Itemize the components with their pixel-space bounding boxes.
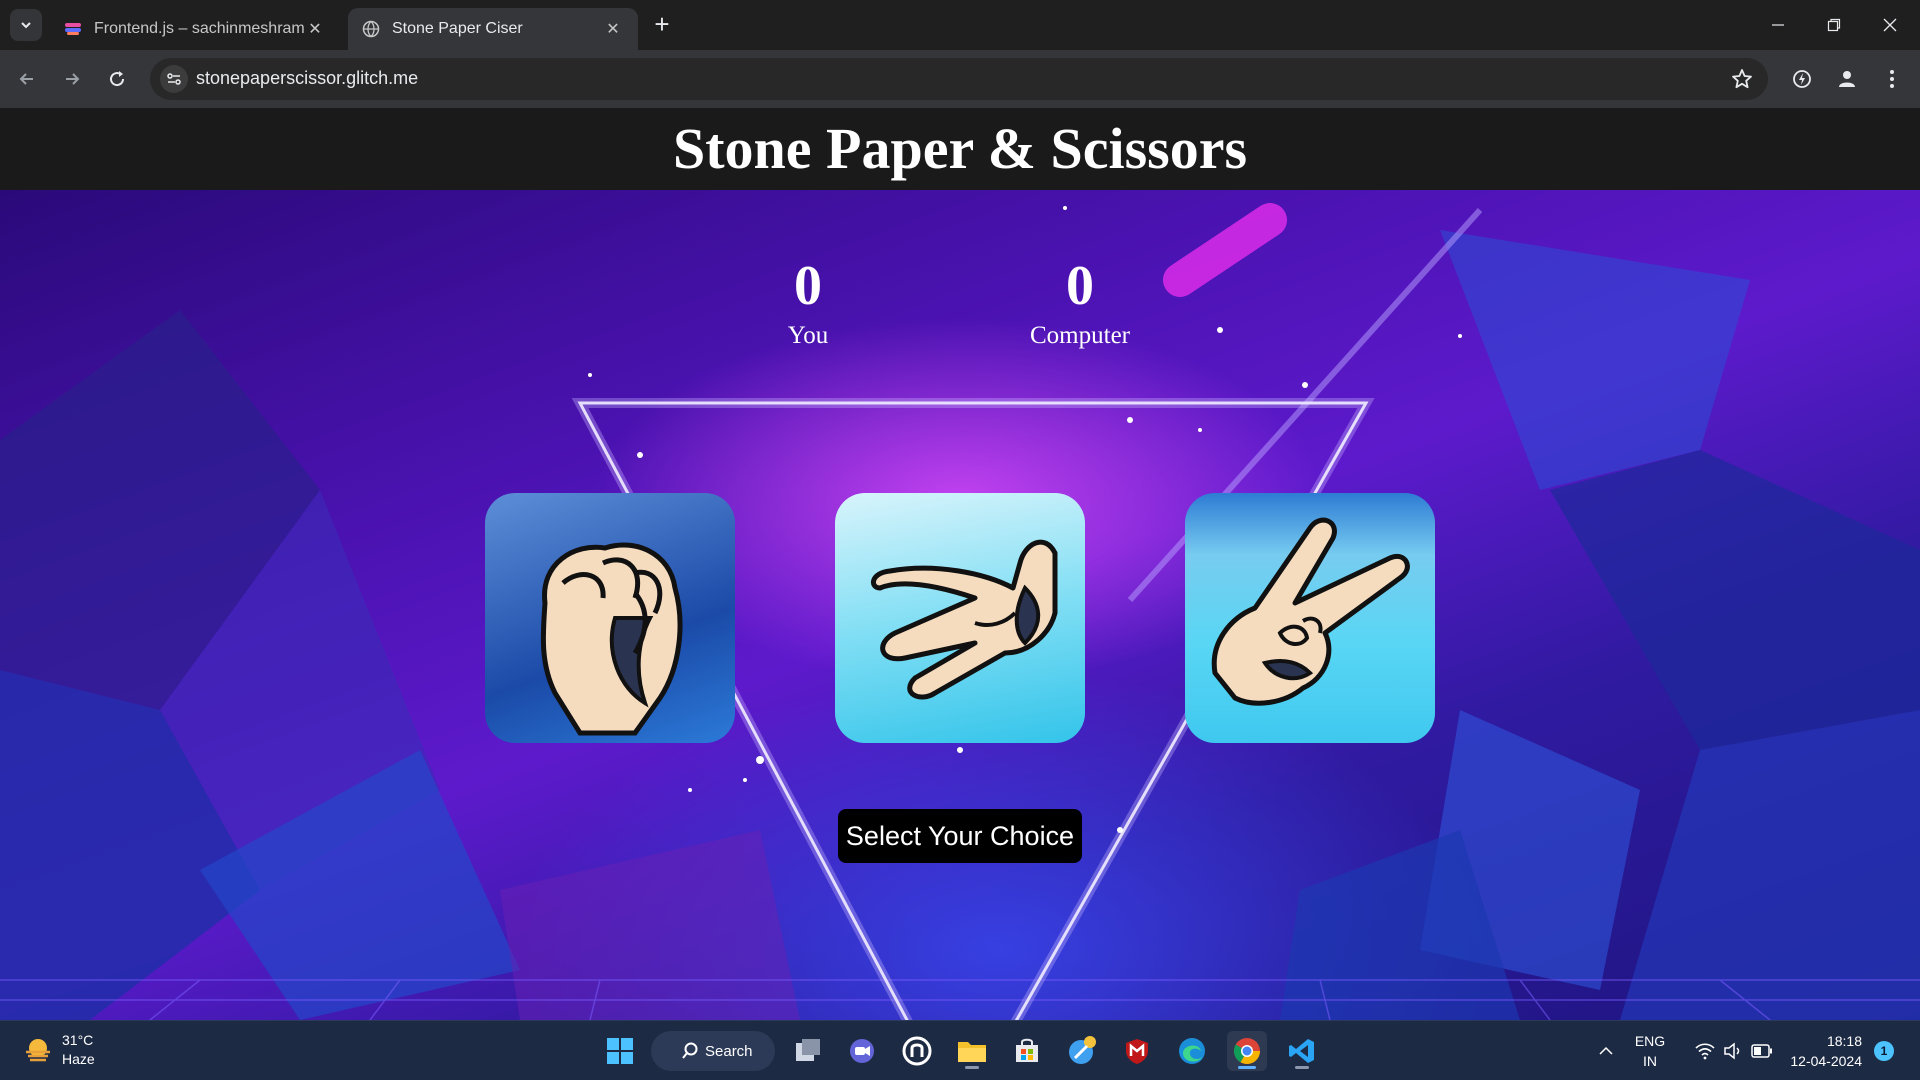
restore-icon: [1827, 18, 1841, 32]
tab-frontend[interactable]: Frontend.js – sachinmeshrampc ✕: [50, 8, 340, 50]
globe-icon: [362, 20, 380, 38]
task-view-button[interactable]: [788, 1031, 828, 1071]
taskbar-search[interactable]: Search: [651, 1031, 775, 1071]
vscode-app[interactable]: [1282, 1031, 1322, 1071]
close-tab-icon[interactable]: ✕: [304, 18, 326, 40]
vscode-icon: [1289, 1039, 1314, 1063]
restore-button[interactable]: [1806, 0, 1862, 50]
close-tab-icon[interactable]: ✕: [602, 18, 624, 40]
minimize-icon: [1772, 24, 1784, 26]
user-score-label: You: [787, 322, 829, 349]
glitch-favicon-icon: [65, 23, 81, 35]
weather-temp: 31°C: [62, 1032, 94, 1048]
file-explorer-app[interactable]: [952, 1031, 992, 1071]
computer-score: 0 Computer: [990, 256, 1170, 350]
windows-logo-icon: [607, 1038, 633, 1064]
arrow-right-icon: [66, 73, 80, 85]
weather-widget[interactable]: 31°C Haze: [22, 1031, 95, 1069]
tab-label: Frontend.js – sachinmeshrampc: [94, 20, 304, 37]
performance-icon: [1793, 70, 1811, 88]
store-icon: [1016, 1038, 1038, 1062]
edge-icon: [1179, 1038, 1205, 1064]
web-page: Stone Paper & Scissors 0 You 0 Computer …: [0, 108, 1920, 1020]
windows-taskbar: 31°C Haze Search ENG IN 18:18 12-04-2024…: [0, 1020, 1920, 1080]
tab-stone-paper[interactable]: Stone Paper Ciser ✕: [348, 8, 638, 50]
choice-rock[interactable]: [485, 493, 735, 743]
status-message: Select Your Choice: [838, 809, 1082, 863]
bookmark-star-icon[interactable]: [1730, 67, 1754, 96]
chevron-down-icon: [21, 22, 31, 29]
start-button[interactable]: [600, 1031, 640, 1071]
profile-button[interactable]: [1830, 62, 1864, 96]
page-header: Stone Paper & Scissors: [0, 108, 1920, 190]
region-code: IN: [1643, 1053, 1657, 1069]
fist-hand-icon: [540, 542, 683, 736]
language-indicator[interactable]: ENG IN: [1628, 1031, 1672, 1071]
reload-button[interactable]: [100, 62, 134, 96]
clock-time: 18:18: [1826, 1033, 1862, 1049]
back-button[interactable]: [10, 62, 44, 96]
chevron-up-icon: [1599, 1046, 1613, 1055]
browser-toolbar: stonepaperscissor.glitch.me: [0, 50, 1920, 108]
reload-icon: [110, 71, 125, 87]
site-info-icon[interactable]: [160, 65, 188, 93]
mcafee-app[interactable]: [1117, 1031, 1157, 1071]
show-hidden-icons-button[interactable]: [1586, 1031, 1626, 1071]
url-text: stonepaperscissor.glitch.me: [196, 68, 419, 88]
address-bar[interactable]: stonepaperscissor.glitch.me: [150, 58, 1768, 100]
notification-badge[interactable]: 1: [1874, 1041, 1894, 1061]
close-window-button[interactable]: [1862, 0, 1918, 50]
tab-label: Stone Paper Ciser: [392, 20, 523, 37]
globe-pen-icon: [1069, 1036, 1096, 1064]
quick-settings-button[interactable]: [1684, 1031, 1784, 1071]
battery-icon: [1751, 1044, 1772, 1058]
folder-icon: [958, 1042, 986, 1062]
clock[interactable]: 18:18 12-04-2024: [1782, 1031, 1862, 1071]
choice-scissors[interactable]: [1185, 493, 1435, 743]
mcafee-shield-icon: [1126, 1039, 1148, 1064]
user-score-value: 0: [794, 255, 822, 317]
wifi-icon: [1695, 1043, 1715, 1060]
choice-paper[interactable]: [835, 493, 1085, 743]
extensions-button[interactable]: [1785, 62, 1819, 96]
page-title: Stone Paper & Scissors: [672, 116, 1248, 181]
close-icon: [1883, 18, 1897, 32]
open-hand-icon: [871, 539, 1058, 700]
tab-search-button[interactable]: [10, 9, 42, 41]
computer-score-label: Computer: [1030, 322, 1130, 349]
volume-icon: [1724, 1042, 1740, 1060]
chrome-app[interactable]: [1227, 1031, 1267, 1071]
minimize-button[interactable]: [1750, 0, 1806, 50]
copilot-app[interactable]: [897, 1031, 937, 1071]
menu-button[interactable]: [1875, 62, 1909, 96]
kebab-menu-icon: [1890, 70, 1894, 88]
helper-app[interactable]: [1062, 1031, 1102, 1071]
edge-app[interactable]: [1172, 1031, 1212, 1071]
microsoft-store-app[interactable]: [1007, 1031, 1047, 1071]
tab-strip: Frontend.js – sachinmeshrampc ✕ Stone Pa…: [0, 0, 1920, 50]
game-area: 0 You 0 Computer Select Your Choice: [0, 190, 1920, 1020]
video-chat-icon: [850, 1039, 874, 1063]
arrow-left-icon: [19, 73, 33, 85]
user-score: 0 You: [758, 256, 858, 350]
new-tab-button[interactable]: +: [650, 11, 674, 38]
clock-date: 12-04-2024: [1790, 1053, 1862, 1069]
haze-weather-icon: [26, 1039, 50, 1062]
teams-app[interactable]: [842, 1031, 882, 1071]
profile-icon: [1839, 71, 1855, 87]
victory-hand-icon: [1211, 517, 1410, 706]
taskbar-search-label: Search: [705, 1042, 753, 1060]
chrome-icon: [1233, 1038, 1261, 1065]
language-code: ENG: [1634, 1033, 1666, 1049]
task-view-icon: [796, 1039, 820, 1061]
shield-lock-icon: [902, 1036, 932, 1066]
weather-condition: Haze: [62, 1051, 95, 1067]
forward-button[interactable]: [55, 62, 89, 96]
computer-score-value: 0: [1066, 255, 1094, 317]
search-icon: [682, 1042, 698, 1059]
